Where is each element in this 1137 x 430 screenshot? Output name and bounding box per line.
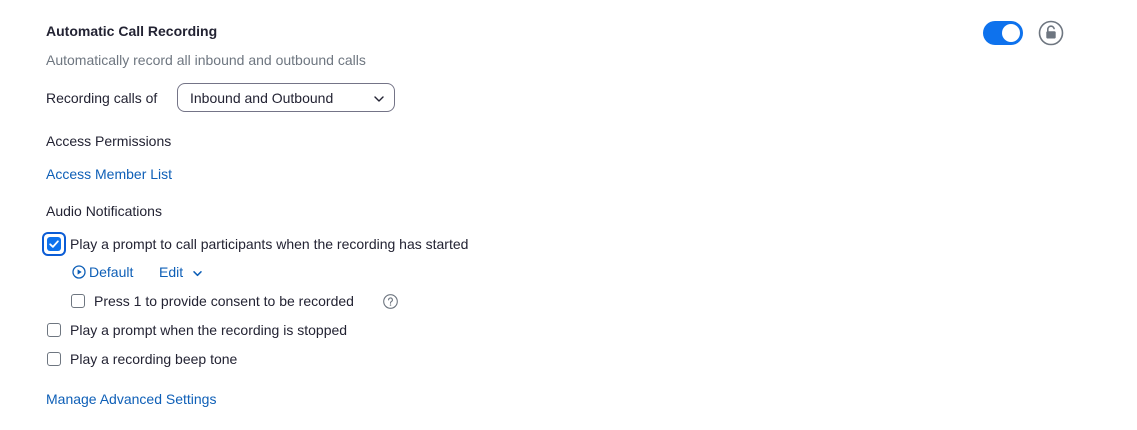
prompt-started-label: Play a prompt to call participants when …	[70, 236, 469, 252]
audio-notifications-heading: Audio Notifications	[46, 203, 162, 219]
toggle-knob	[1002, 24, 1020, 42]
play-circle-icon[interactable]	[72, 265, 86, 279]
consent-label: Press 1 to provide consent to be recorde…	[94, 293, 354, 309]
auto-recording-toggle[interactable]	[983, 21, 1023, 45]
prompt-started-checkbox[interactable]	[44, 234, 64, 254]
access-permissions-heading: Access Permissions	[46, 133, 172, 149]
prompt-stopped-label: Play a prompt when the recording is stop…	[70, 322, 348, 338]
chevron-down-icon[interactable]	[192, 266, 203, 277]
beep-tone-checkbox[interactable]	[47, 352, 61, 366]
edit-prompt-link[interactable]: Edit	[159, 263, 183, 281]
manage-advanced-settings-link[interactable]: Manage Advanced Settings	[46, 390, 216, 408]
chevron-down-icon	[373, 92, 385, 104]
recording-calls-select[interactable]: Inbound and Outbound	[177, 83, 395, 112]
prompt-stopped-checkbox[interactable]	[47, 323, 61, 337]
recording-calls-value: Inbound and Outbound	[190, 90, 334, 106]
checkbox-fill	[47, 237, 61, 251]
setting-description: Automatically record all inbound and out…	[46, 52, 366, 68]
beep-tone-label: Play a recording beep tone	[70, 351, 238, 367]
setting-title: Automatic Call Recording	[46, 23, 218, 39]
check-icon	[49, 240, 59, 248]
consent-checkbox[interactable]	[71, 294, 85, 308]
default-prompt-link[interactable]: Default	[89, 263, 133, 281]
help-icon[interactable]	[383, 294, 398, 309]
lock-icon[interactable]	[1038, 20, 1064, 46]
recording-calls-label: Recording calls of	[46, 90, 158, 106]
access-member-list-link[interactable]: Access Member List	[46, 165, 172, 183]
